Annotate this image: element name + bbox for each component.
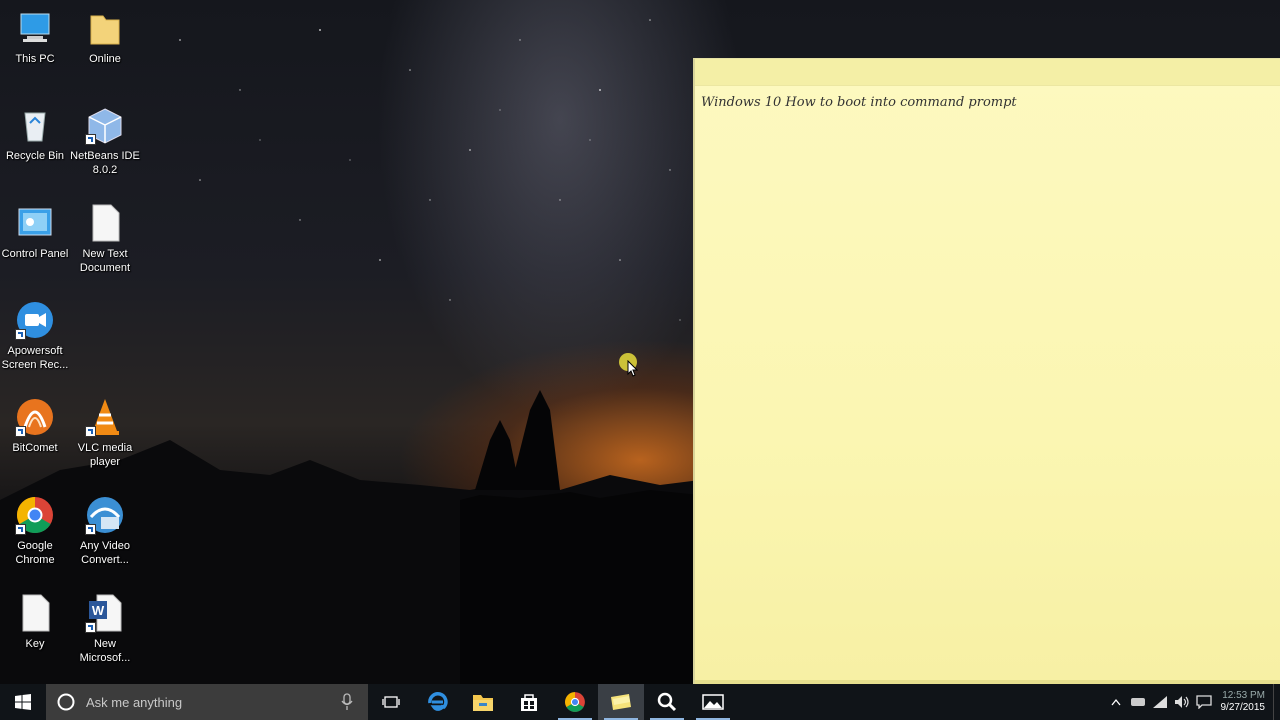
taskbar-sticky-notes[interactable] bbox=[598, 684, 644, 720]
tray-app-icon bbox=[1130, 698, 1145, 706]
desktop-icon-label: Online bbox=[89, 53, 121, 65]
recycle-bin-icon bbox=[15, 105, 55, 145]
desktop-icon-label: Any Video Convert... bbox=[80, 540, 130, 566]
taskbar-file-explorer[interactable] bbox=[460, 684, 506, 720]
clock-time: 12:53 PM bbox=[1222, 690, 1265, 701]
vlc-icon bbox=[85, 397, 125, 437]
taskbar-search-tool[interactable] bbox=[644, 684, 690, 720]
desktop-icon-label: Recycle Bin bbox=[5, 150, 65, 162]
shortcut-arrow-icon bbox=[85, 622, 96, 633]
desktop-icon-this-pc[interactable]: This PC bbox=[0, 8, 70, 66]
shortcut-arrow-icon bbox=[15, 329, 26, 340]
tray-network[interactable] bbox=[1149, 684, 1171, 720]
desktop-icon-netbeans[interactable]: NetBeans IDE 8.0.2 bbox=[70, 105, 140, 177]
desktop-icon-recycle-bin[interactable]: Recycle Bin bbox=[0, 105, 70, 163]
svg-text:W: W bbox=[92, 603, 105, 618]
folder-icon bbox=[85, 8, 125, 48]
tray-notifications[interactable] bbox=[1193, 684, 1215, 720]
desktop-icon-bitcomet[interactable]: BitComet bbox=[0, 397, 70, 455]
word-document-icon: W bbox=[85, 593, 125, 633]
show-desktop-button[interactable] bbox=[1273, 684, 1280, 720]
search-tool-icon bbox=[657, 692, 677, 712]
shortcut-arrow-icon bbox=[15, 524, 26, 535]
desktop-icon-label: Key bbox=[25, 638, 45, 650]
shortcut-arrow-icon bbox=[85, 134, 96, 145]
desktop-icon-online[interactable]: Online bbox=[70, 8, 140, 66]
desktop-icon-label: Control Panel bbox=[1, 248, 69, 260]
desktop-icon-apowersoft[interactable]: Apowersoft Screen Rec... bbox=[0, 300, 70, 372]
taskbar: Ask me anything 12:53 PM 9/27/2015 bbox=[0, 684, 1280, 720]
clock-date: 9/27/2015 bbox=[1220, 702, 1266, 713]
shortcut-arrow-icon bbox=[15, 426, 26, 437]
chrome-icon bbox=[15, 495, 55, 535]
this-pc-icon bbox=[15, 8, 55, 48]
desktop-icon-vlc[interactable]: VLC media player bbox=[70, 397, 140, 469]
system-tray: 12:53 PM 9/27/2015 bbox=[1105, 684, 1280, 720]
shortcut-arrow-icon bbox=[85, 524, 96, 535]
task-view-icon bbox=[382, 696, 400, 708]
desktop-icon-new-microsoft-word[interactable]: W New Microsof... bbox=[70, 593, 140, 665]
desktop-icon-google-chrome[interactable]: Google Chrome bbox=[0, 495, 70, 567]
blank-document-icon bbox=[15, 593, 55, 633]
tray-volume[interactable] bbox=[1171, 684, 1193, 720]
sticky-note-header[interactable] bbox=[695, 59, 1280, 86]
taskbar-clock[interactable]: 12:53 PM 9/27/2015 bbox=[1215, 690, 1274, 714]
desktop-icon-any-video-converter[interactable]: Any Video Convert... bbox=[70, 495, 140, 567]
desktop-icon-label: New Microsof... bbox=[79, 638, 131, 664]
video-converter-icon bbox=[85, 495, 125, 535]
volume-icon bbox=[1174, 696, 1189, 708]
shortcut-arrow-icon bbox=[85, 426, 96, 437]
search-placeholder: Ask me anything bbox=[86, 694, 183, 710]
photos-icon bbox=[702, 694, 724, 710]
tray-overflow[interactable] bbox=[1105, 684, 1127, 720]
sticky-notes-icon bbox=[611, 694, 631, 710]
desktop-icon-control-panel[interactable]: Control Panel bbox=[0, 203, 70, 261]
microphone-icon[interactable] bbox=[340, 693, 354, 711]
action-center-icon bbox=[1195, 695, 1212, 709]
sticky-note-text[interactable]: Windows 10 How to boot into command prom… bbox=[701, 95, 1017, 110]
file-explorer-icon bbox=[473, 695, 493, 711]
taskbar-edge[interactable] bbox=[414, 684, 460, 720]
start-button[interactable] bbox=[0, 684, 46, 720]
edge-icon bbox=[428, 692, 448, 711]
desktop-icon-label: Apowersoft Screen Rec... bbox=[1, 345, 69, 371]
mouse-cursor-icon bbox=[627, 360, 639, 377]
desktop-icon-label: New Text Document bbox=[79, 248, 131, 274]
cortana-icon bbox=[57, 693, 75, 711]
desktop-icon-label: Google Chrome bbox=[15, 540, 55, 566]
start-icon bbox=[15, 694, 31, 710]
desktop-icon-label: BitComet bbox=[12, 442, 58, 454]
desktop-icon-key[interactable]: Key bbox=[0, 593, 70, 651]
desktop-icon-label: NetBeans IDE 8.0.2 bbox=[70, 150, 140, 176]
taskbar-chrome[interactable] bbox=[552, 684, 598, 720]
desktop-icon-label: VLC media player bbox=[77, 442, 133, 468]
taskbar-store[interactable] bbox=[506, 684, 552, 720]
task-view-button[interactable] bbox=[368, 684, 414, 720]
store-icon bbox=[521, 694, 537, 711]
chrome-icon bbox=[565, 692, 585, 712]
desktop-icon-new-text-document[interactable]: New Text Document bbox=[70, 203, 140, 275]
netbeans-icon bbox=[85, 105, 125, 145]
taskbar-photos[interactable] bbox=[690, 684, 736, 720]
control-panel-icon bbox=[15, 203, 55, 243]
desktop-icon-label: This PC bbox=[15, 53, 55, 65]
network-icon bbox=[1152, 696, 1167, 708]
chevron-up-icon bbox=[1110, 698, 1121, 706]
bitcomet-icon bbox=[15, 397, 55, 437]
text-document-icon bbox=[85, 203, 125, 243]
cortana-search-box[interactable]: Ask me anything bbox=[46, 684, 368, 720]
sticky-note-window[interactable]: Windows 10 How to boot into command prom… bbox=[693, 58, 1280, 686]
tray-app[interactable] bbox=[1127, 684, 1149, 720]
apowersoft-icon bbox=[15, 300, 55, 340]
